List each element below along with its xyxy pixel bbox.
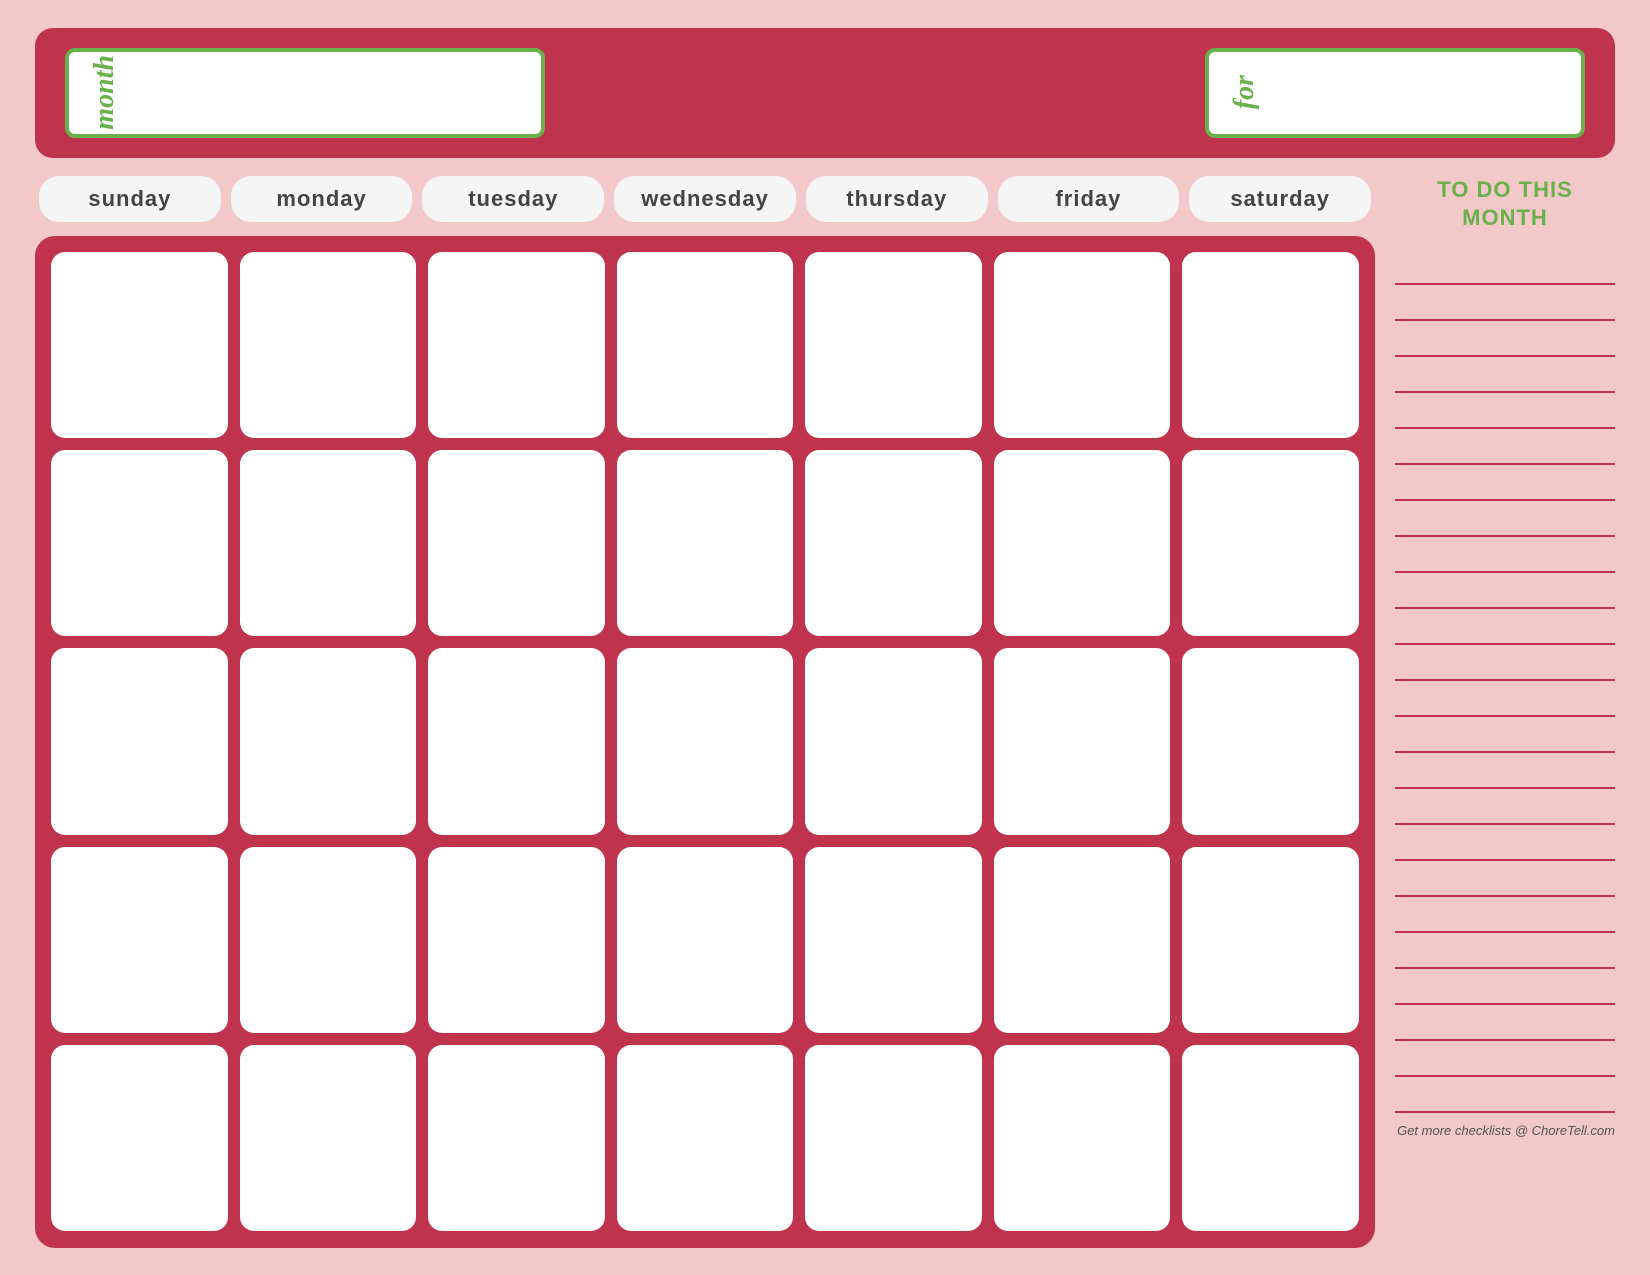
calendar-cell[interactable] [1182,648,1359,834]
todo-line[interactable] [1395,393,1615,429]
calendar-cell[interactable] [1182,847,1359,1033]
todo-title: TO DO THIS MONTH [1395,176,1615,233]
day-tuesday: tuesday [422,176,604,222]
calendar-cell[interactable] [805,648,982,834]
todo-line[interactable] [1395,897,1615,933]
calendar-cell[interactable] [994,450,1171,636]
todo-line[interactable] [1395,249,1615,285]
todo-line[interactable] [1395,681,1615,717]
month-field[interactable]: month [65,48,545,138]
calendar-cell[interactable] [428,1045,605,1231]
calendar-cell[interactable] [51,648,228,834]
calendar-cell[interactable] [428,252,605,438]
calendar-cell[interactable] [428,450,605,636]
calendar-cell[interactable] [994,252,1171,438]
day-friday: friday [998,176,1180,222]
calendar-cell[interactable] [1182,450,1359,636]
calendar-cell[interactable] [994,648,1171,834]
for-field[interactable]: for [1205,48,1585,138]
header-bar: month for [35,28,1615,158]
calendar-grid-wrapper [35,236,1375,1248]
calendar-cell[interactable] [428,847,605,1033]
calendar-cell[interactable] [617,252,794,438]
day-thursday: thursday [806,176,988,222]
todo-line[interactable] [1395,969,1615,1005]
calendar-cell[interactable] [240,847,417,1033]
todo-footer: Get more checklists @ ChoreTell.com [1395,1123,1615,1138]
todo-line[interactable] [1395,573,1615,609]
days-header: sunday monday tuesday wednesday thursday… [35,176,1375,222]
calendar-cell[interactable] [805,1045,982,1231]
calendar-cell[interactable] [240,252,417,438]
page-wrapper: month for sunday monday tuesday wednesda… [35,28,1615,1248]
todo-line[interactable] [1395,825,1615,861]
todo-line[interactable] [1395,537,1615,573]
calendar-cell[interactable] [617,450,794,636]
todo-line[interactable] [1395,609,1615,645]
calendar-cell[interactable] [617,847,794,1033]
todo-line[interactable] [1395,645,1615,681]
calendar-cell[interactable] [51,450,228,636]
calendar-cell[interactable] [428,648,605,834]
calendar-cell[interactable] [51,1045,228,1231]
calendar-cell[interactable] [240,648,417,834]
todo-lines [1395,249,1615,1113]
todo-line[interactable] [1395,753,1615,789]
calendar-cell[interactable] [240,450,417,636]
day-sunday: sunday [39,176,221,222]
month-label: month [89,55,121,130]
day-monday: monday [231,176,413,222]
calendar-cell[interactable] [51,252,228,438]
calendar-cell[interactable] [994,1045,1171,1231]
day-wednesday: wednesday [614,176,796,222]
todo-line[interactable] [1395,1041,1615,1077]
calendar-cell[interactable] [51,847,228,1033]
todo-line[interactable] [1395,933,1615,969]
todo-line[interactable] [1395,501,1615,537]
todo-line[interactable] [1395,357,1615,393]
calendar-cell[interactable] [240,1045,417,1231]
calendar-grid [51,252,1359,1232]
todo-line[interactable] [1395,717,1615,753]
calendar-cell[interactable] [1182,1045,1359,1231]
todo-line[interactable] [1395,285,1615,321]
calendar-cell[interactable] [617,1045,794,1231]
todo-line[interactable] [1395,429,1615,465]
todo-line[interactable] [1395,789,1615,825]
calendar-cell[interactable] [805,450,982,636]
calendar-cell[interactable] [617,648,794,834]
calendar-cell[interactable] [805,252,982,438]
day-saturday: saturday [1189,176,1371,222]
todo-line[interactable] [1395,1005,1615,1041]
todo-line[interactable] [1395,861,1615,897]
todo-line[interactable] [1395,1077,1615,1113]
todo-line[interactable] [1395,321,1615,357]
calendar-cell[interactable] [994,847,1171,1033]
calendar-cell[interactable] [805,847,982,1033]
todo-line[interactable] [1395,465,1615,501]
calendar-cell[interactable] [1182,252,1359,438]
todo-section: TO DO THIS MONTH Get more checklists @ C… [1395,176,1615,1138]
for-label: for [1229,75,1261,109]
